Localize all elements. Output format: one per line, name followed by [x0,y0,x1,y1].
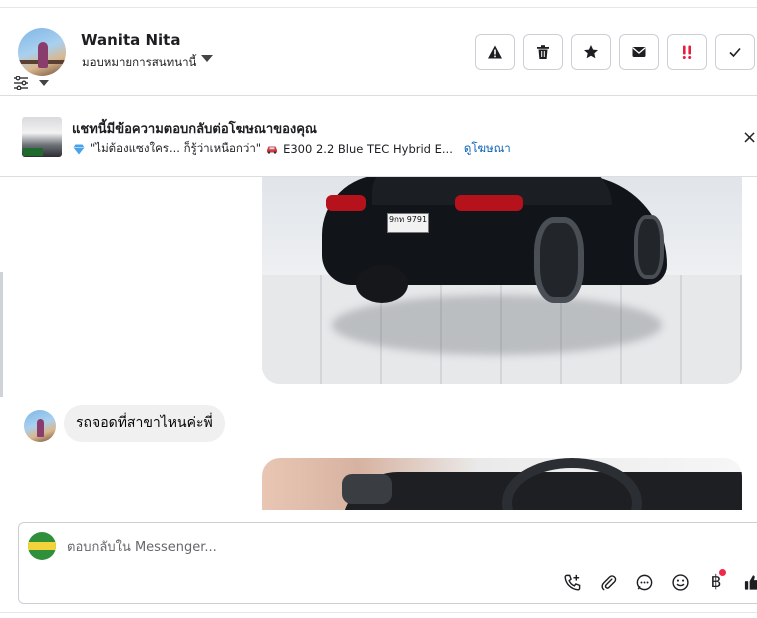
warning-icon [488,45,502,59]
top-divider [0,0,757,8]
license-plate: 9กท 9791 [387,213,429,233]
check-icon [729,47,741,58]
bottom-divider [0,612,757,618]
ad-vehicle-name: E300 2.2 Blue TEC Hybrid E... [283,142,453,156]
envelope-icon [632,47,646,57]
priority-button[interactable] [667,34,707,70]
message-image-car-rear[interactable]: 9กท 9791 [262,177,742,384]
trash-icon [537,45,549,59]
message-bubble[interactable]: รถจอดที่สาขาไหนค่ะพี่ [64,405,225,442]
smiley-icon [671,573,689,591]
reply-input[interactable] [67,535,567,559]
ad-banner-title: แชทนี้มีข้อความตอบกลับต่อโฆษณาของคุณ [72,122,317,137]
chevron-down-icon[interactable] [201,55,213,62]
filter-sliders-icon[interactable] [13,76,29,90]
phone-plus-icon [563,574,580,591]
ad-reply-banner: แชทนี้มีข้อความตอบกลับต่อโฆษณาของคุณ "ไม… [0,97,757,177]
view-ad-link[interactable]: ดูโฆษณา [464,140,511,158]
message-image-car-interior[interactable] [262,458,742,510]
contact-name[interactable]: Wanita Nita [81,31,180,49]
page-avatar [28,532,56,560]
assign-conversation-label[interactable]: มอบหมายการสนทนานี้ [82,54,196,72]
star-button[interactable] [571,34,611,70]
conversation-header: Wanita Nita มอบหมายการสนทนานี้ [0,8,757,96]
call-button[interactable] [561,571,583,593]
message-thread[interactable]: 9กท 9791 รถจอดที่สาขาไหนค่ะพี่ [0,177,757,510]
diamond-icon [73,144,85,154]
notification-dot [719,569,726,576]
saved-replies-button[interactable] [633,571,655,593]
star-icon [584,45,598,59]
delete-button[interactable] [523,34,563,70]
ad-thumbnail[interactable] [22,117,62,157]
thumbs-up-icon [744,574,757,590]
emoji-button[interactable] [669,571,691,593]
done-button[interactable] [715,34,755,70]
chat-bubble-icon [636,574,652,590]
paperclip-icon [600,574,616,590]
car-icon [267,146,278,154]
contact-avatar[interactable] [18,28,66,76]
ad-quote: "ไม่ต้องแซงใคร... ก็รู้ว่าเหนือกว่า" [90,141,262,155]
like-button[interactable] [741,571,757,593]
close-icon[interactable]: × [742,127,757,148]
scrollbar[interactable] [0,272,3,397]
mark-unread-button[interactable] [619,34,659,70]
priority-icon [682,45,692,59]
reply-composer: ฿ [18,522,757,604]
filter-chevron-down-icon[interactable] [39,80,49,86]
sender-avatar[interactable] [24,410,56,442]
ad-details: "ไม่ต้องแซงใคร... ก็รู้ว่าเหนือกว่า" E30… [73,140,511,158]
payment-button[interactable]: ฿ [705,569,727,593]
report-button[interactable] [475,34,515,70]
attach-button[interactable] [597,571,619,593]
